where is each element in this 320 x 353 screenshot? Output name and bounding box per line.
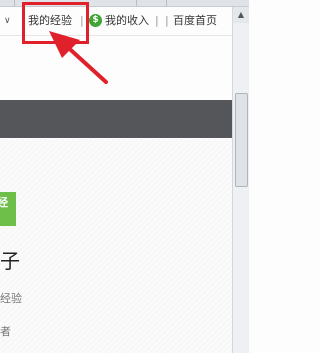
pointer-arrow	[49, 31, 108, 84]
